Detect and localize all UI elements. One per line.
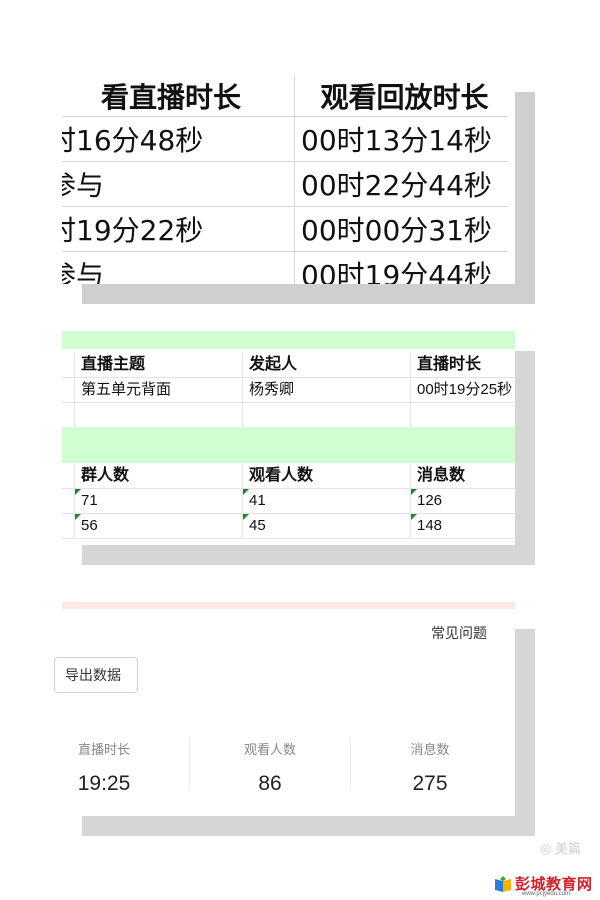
watermark-icon: ◎ bbox=[540, 841, 552, 856]
cell-group-members: 71 bbox=[74, 489, 242, 513]
table-cell: 00时13分14秒 bbox=[294, 116, 508, 162]
table-row: 时16分48秒 00时13分14秒 bbox=[62, 116, 508, 162]
cell-messages: 148 bbox=[410, 514, 515, 538]
header-live-topic: 直播主题 bbox=[74, 353, 242, 377]
sheet-data-row: 56 45 148 bbox=[62, 514, 515, 539]
column-header-replay-duration: 观看回放时长 bbox=[294, 76, 508, 117]
cell-initiator: 杨秀卿 bbox=[242, 378, 410, 402]
header-live-duration: 直播时长 bbox=[410, 353, 515, 377]
table-cell: 参与 bbox=[62, 251, 295, 284]
stat-value: 86 bbox=[258, 772, 282, 795]
header-viewers: 观看人数 bbox=[242, 464, 410, 488]
cell-live-topic: 第五单元背面 bbox=[74, 378, 242, 402]
sheet-cell bbox=[62, 353, 74, 377]
stat-value: 275 bbox=[412, 772, 448, 795]
sheet-data-row: 71 41 126 bbox=[62, 489, 515, 514]
faq-link[interactable]: 常见问题 bbox=[431, 623, 487, 643]
cell-viewers: 41 bbox=[242, 489, 410, 513]
sheet-data-row: 第五单元背面 杨秀卿 00时19分25秒 bbox=[62, 378, 515, 403]
header-group-members: 群人数 bbox=[74, 464, 242, 488]
duration-table: 看直播时长 观看回放时长 时16分48秒 00时13分14秒 参与 00时22分… bbox=[62, 76, 508, 284]
watermark-text: 美篇 bbox=[554, 841, 581, 856]
header-messages: 消息数 bbox=[410, 464, 515, 488]
table-row: 时19分22秒 00时00分31秒 bbox=[62, 206, 508, 252]
stat-label: 消息数 bbox=[410, 742, 450, 757]
cell-messages: 126 bbox=[410, 489, 515, 513]
stat-label: 直播时长 bbox=[77, 742, 130, 757]
meipian-watermark: ◎ 美篇 bbox=[540, 838, 581, 857]
live-duration-table-crop: 看直播时长 观看回放时长 时16分48秒 00时13分14秒 参与 00时22分… bbox=[62, 72, 515, 284]
sheet-cell bbox=[62, 464, 74, 488]
panel-top-strip bbox=[62, 602, 515, 609]
sheet-cell bbox=[62, 403, 74, 427]
export-data-button[interactable]: 导出数据 bbox=[54, 657, 138, 693]
table-cell: 时16分48秒 bbox=[62, 116, 295, 162]
stat-value: 19:25 bbox=[77, 772, 131, 795]
table-row: 参与 00时19分44秒 bbox=[62, 251, 508, 284]
sheet-cell bbox=[74, 403, 242, 427]
table-cell: 时19分22秒 bbox=[62, 206, 295, 252]
sheet-cell bbox=[410, 403, 515, 427]
stat-label: 观看人数 bbox=[243, 742, 296, 757]
sheet-header-row: 直播主题 发起人 直播时长 bbox=[62, 353, 515, 378]
column-header-live-duration: 看直播时长 bbox=[100, 81, 241, 114]
table-cell: 00时00分31秒 bbox=[294, 206, 508, 252]
green-header-band bbox=[62, 331, 515, 349]
table-cell: 00时22分44秒 bbox=[294, 161, 508, 207]
site-url: www.pcjyedu.com bbox=[522, 891, 571, 897]
sheet-header-row: 群人数 观看人数 消息数 bbox=[62, 464, 515, 489]
cell-live-duration: 00时19分25秒 bbox=[410, 378, 515, 402]
sheet-cell bbox=[242, 403, 410, 427]
cell-group-members: 56 bbox=[74, 514, 242, 538]
sheet-cell bbox=[62, 489, 74, 513]
stat-viewers: 观看人数 86 bbox=[190, 739, 350, 796]
stat-messages: 消息数 275 bbox=[350, 739, 510, 796]
live-stats-sheet-crop: 直播主题 发起人 直播时长 第五单元背面 杨秀卿 00时19分25秒 群人数 观… bbox=[62, 331, 515, 545]
table-cell: 00时19分44秒 bbox=[294, 251, 508, 284]
stat-live-duration: 直播时长 19:25 bbox=[24, 739, 184, 796]
cell-viewers: 45 bbox=[242, 514, 410, 538]
table-row: 参与 00时22分44秒 bbox=[62, 161, 508, 207]
sheet-cell bbox=[62, 514, 74, 538]
table-header-row: 看直播时长 观看回放时长 bbox=[62, 76, 508, 117]
green-section-band bbox=[62, 427, 515, 463]
table-cell: 参与 bbox=[62, 161, 295, 207]
sheet-cell bbox=[62, 378, 74, 402]
live-stats-web-crop: 常见问题 导出数据 直播时长 19:25 观看人数 86 消息数 275 bbox=[54, 609, 515, 816]
sheet-empty-row bbox=[62, 403, 515, 428]
book-logo-icon bbox=[495, 875, 511, 892]
header-initiator: 发起人 bbox=[242, 353, 410, 377]
